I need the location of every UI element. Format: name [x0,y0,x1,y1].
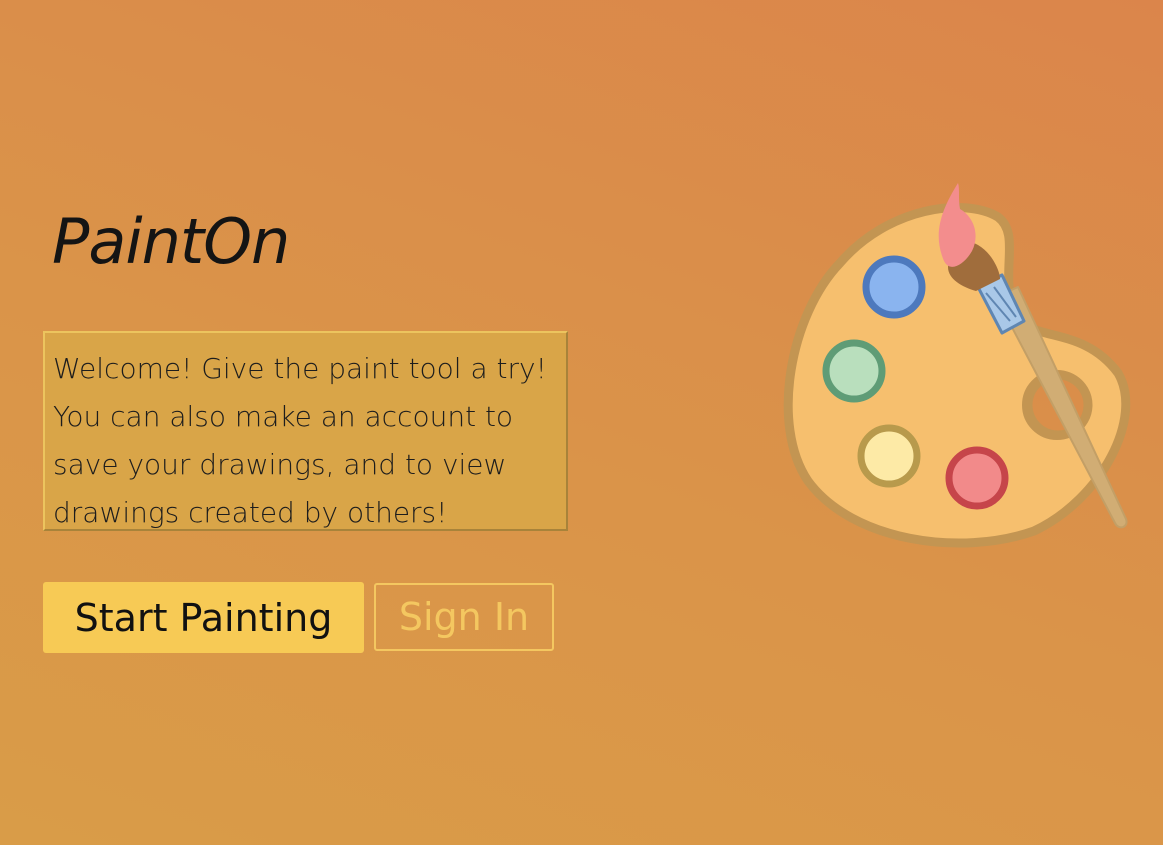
start-painting-button[interactable]: Start Painting [43,582,364,653]
app-title: PaintOn [52,205,290,278]
sign-in-button[interactable]: Sign In [374,583,554,651]
paint-well-green [822,339,886,403]
paint-well-blue [862,255,926,319]
welcome-message: Welcome! Give the paint tool a try! You … [43,331,568,531]
paint-well-red [945,446,1009,510]
paint-well-yellow [857,424,921,488]
paint-palette-icon [783,183,1131,548]
